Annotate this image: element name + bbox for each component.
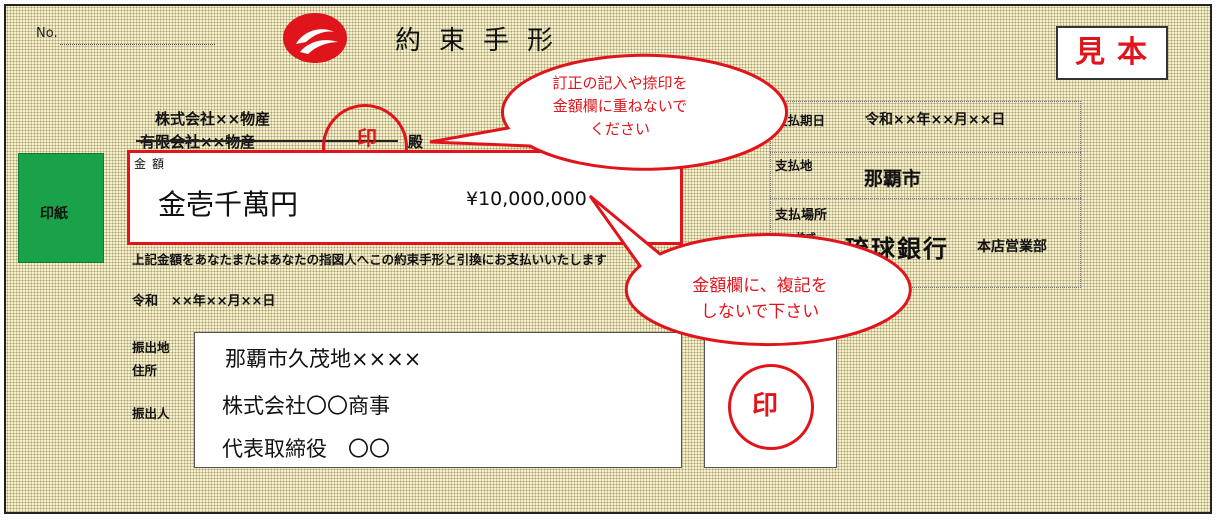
payment-location-label: 支払場所 [775, 208, 828, 223]
note-number-line [60, 44, 215, 45]
bank-branch: 本店営業部 [977, 239, 1047, 255]
note-number-label: No. [36, 26, 58, 41]
panel-divider [770, 198, 1081, 199]
issuer-address: 那覇市久茂地×××× [225, 347, 422, 371]
issue-place-label: 振出地 [132, 340, 170, 355]
upper-callout-line: 金額欄に重ねないで [552, 97, 688, 115]
issue-date: 令和 ××年××月××日 [132, 294, 276, 309]
drawer-label: 振出人 [132, 406, 170, 421]
correction-seal-text: 印 [357, 126, 377, 150]
lower-callout-line: しないで下さい [700, 302, 820, 322]
payee-name: 株式会社××物産 [155, 110, 271, 128]
payee-honorific: 殿 [408, 133, 424, 151]
amount-kanji: 金壱千萬円 [158, 188, 299, 221]
due-date-value: 令和××年××月××日 [865, 112, 1006, 128]
revenue-stamp-label: 印紙 [40, 206, 68, 222]
bank-name: 琉球銀行 [845, 234, 949, 263]
amount-label: 金額 [134, 157, 171, 171]
document-title: 約束手形 [395, 26, 572, 56]
panel-divider [770, 152, 1081, 153]
promise-text: 上記金額をあなたまたはあなたの指図人へこの約束手形と引換にお支払いいたします [132, 252, 607, 267]
upper-callout-line: ください [589, 120, 650, 138]
issuer-company: 株式会社〇〇商事 [222, 394, 390, 418]
address-label: 住所 [132, 363, 158, 378]
bank-logo-icon [283, 13, 347, 63]
upper-callout-line: 訂正の記入や捺印を [552, 74, 688, 92]
corporation-label: 株式 [796, 233, 816, 244]
payment-place-label: 支払地 [775, 158, 813, 173]
due-date-label: 支払期日 [775, 113, 826, 128]
sample-mark: 見本 [1056, 26, 1168, 80]
upper-callout-text: 訂正の記入や捺印を 金額欄に重ねないで ください [500, 72, 740, 141]
issuer-representative: 代表取締役 〇〇 [222, 437, 390, 461]
issuer-seal-text: 印 [752, 391, 779, 421]
lower-callout-text: 金額欄に、複記を しないで下さい [640, 273, 880, 325]
payment-place-value: 那覇市 [864, 168, 922, 190]
lower-callout-line: 金額欄に、複記を [692, 276, 828, 296]
amount-number: ¥10,000,000 [466, 188, 587, 210]
